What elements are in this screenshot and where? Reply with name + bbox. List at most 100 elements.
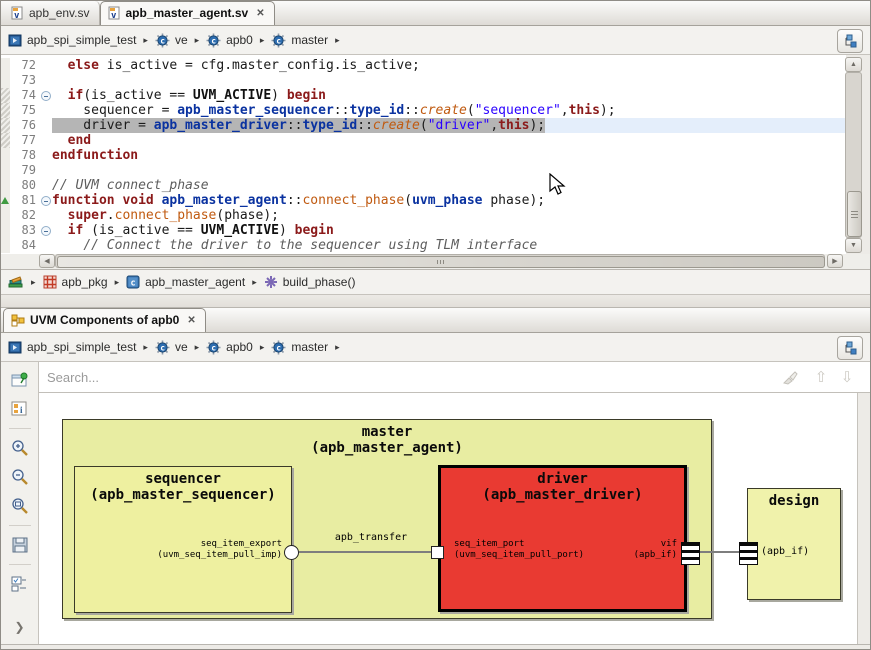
scrollbar-thumb[interactable] <box>847 191 862 237</box>
breadcrumb-label: apb_spi_simple_test <box>27 33 136 47</box>
fold-column <box>39 193 52 208</box>
zoom-out-button[interactable] <box>9 467 31 487</box>
scrollbar-thumb[interactable] <box>57 256 825 268</box>
sash-divider[interactable] <box>1 295 870 308</box>
fold-column <box>39 73 52 88</box>
sequencer-instance-name: sequencer <box>75 471 291 487</box>
svg-text:v: v <box>14 11 20 20</box>
change-indicator <box>1 118 10 133</box>
editor-horizontal-scrollbar[interactable]: ◀ ▶ <box>1 254 870 269</box>
code-line-83[interactable]: 83 if (is_active == UVM_ACTIVE) begin <box>1 223 846 238</box>
line-number: 76 <box>10 118 39 133</box>
tab-apb-env-sv[interactable]: v apb_env.sv <box>4 1 100 25</box>
code-editor[interactable]: 72 else is_active = cfg.master_config.is… <box>1 55 846 254</box>
annotation-column <box>1 163 10 178</box>
uvm-diagram-canvas[interactable]: master (apb_master_agent) sequencer (apb… <box>39 393 858 644</box>
breadcrumb-item-master[interactable]: cmaster <box>271 33 328 48</box>
hierarchy-toggle-button[interactable] <box>837 336 863 360</box>
breadcrumb-label: build_phase() <box>283 275 356 289</box>
line-number: 77 <box>10 133 39 148</box>
annotation-column <box>1 193 10 208</box>
tab-label: apb_env.sv <box>29 6 90 20</box>
module-icon <box>8 34 22 47</box>
breadcrumb-label: master <box>291 340 328 354</box>
seq-item-connection-wire[interactable] <box>299 551 433 553</box>
code-line-76[interactable]: 76 driver = apb_master_driver::type_id::… <box>1 118 846 133</box>
component-icon: c <box>155 340 170 355</box>
code-line-text <box>52 73 846 88</box>
line-number: 75 <box>10 103 39 118</box>
clear-highlight-brush-icon[interactable] <box>782 370 808 385</box>
breadcrumb-item-ve[interactable]: cve <box>155 340 188 355</box>
code-line-text: if (is_active == UVM_ACTIVE) begin <box>52 223 846 238</box>
design-box[interactable]: design <box>747 488 841 600</box>
hierarchy-toggle-button[interactable] <box>837 29 863 53</box>
breadcrumb-item-apb0[interactable]: capb0 <box>206 340 253 355</box>
code-line-text: end <box>52 133 846 148</box>
previous-match-arrow-up-icon[interactable]: ⇧ <box>808 368 834 386</box>
driver-vif-interface-port[interactable] <box>681 542 700 565</box>
save-button[interactable] <box>9 535 31 555</box>
fold-collapse-icon[interactable] <box>41 91 51 101</box>
editor-vertical-scrollbar[interactable]: ▲ ▼ <box>845 57 862 253</box>
filter-options-button[interactable] <box>9 574 31 594</box>
fold-collapse-icon[interactable] <box>41 226 51 236</box>
ide-window: v apb_env.sv v apb_master_agent.sv ✕ apb… <box>0 0 871 650</box>
design-title: design <box>748 493 840 509</box>
fold-collapse-icon[interactable] <box>41 196 51 206</box>
seq-item-port[interactable] <box>431 546 444 559</box>
scroll-right-icon[interactable]: ▶ <box>827 254 843 268</box>
breadcrumb-item-apb-pkg[interactable]: apb_pkg <box>43 275 108 289</box>
breadcrumb-item-ve[interactable]: cve <box>155 33 188 48</box>
zoom-in-button[interactable] <box>9 438 31 458</box>
change-indicator <box>1 133 10 148</box>
scroll-up-icon[interactable]: ▲ <box>845 57 862 72</box>
code-line-75[interactable]: 75 sequencer = apb_master_sequencer::typ… <box>1 103 846 118</box>
panel-breadcrumb: apb_spi_simple_test▸cve▸capb0▸cmaster▸ <box>1 333 870 362</box>
annotation-column <box>1 238 10 253</box>
show-properties-button[interactable]: i <box>9 399 31 419</box>
tab-apb-master-agent-sv[interactable]: v apb_master_agent.sv ✕ <box>100 1 275 25</box>
method-icon <box>264 275 278 289</box>
close-icon[interactable]: ✕ <box>187 315 195 326</box>
next-match-arrow-down-icon[interactable]: ⇩ <box>834 368 860 386</box>
close-icon[interactable]: ✕ <box>256 8 264 19</box>
zoom-fit-button[interactable] <box>9 496 31 516</box>
pin-view-button[interactable] <box>9 370 31 390</box>
fold-column <box>39 88 52 103</box>
search-input[interactable] <box>39 370 782 385</box>
code-line-80[interactable]: 80// UVM connect_phase <box>1 178 846 193</box>
breadcrumb-item-apb0[interactable]: capb0 <box>206 33 253 48</box>
seq-item-export-port[interactable] <box>284 545 299 560</box>
vif-connection-wire[interactable] <box>698 551 740 553</box>
breadcrumb-item-master[interactable]: cmaster <box>271 340 328 355</box>
code-line-73[interactable]: 73 <box>1 73 846 88</box>
design-interface-port[interactable] <box>739 542 758 565</box>
text-selection: driver = apb_master_driver::type_id::cre… <box>52 118 545 133</box>
tab-uvm-components[interactable]: UVM Components of apb0 ✕ <box>3 308 206 332</box>
fold-column <box>39 118 52 133</box>
more-tools-chevron-icon[interactable]: ❯ <box>9 617 31 637</box>
code-line-79[interactable]: 79 <box>1 163 846 178</box>
breadcrumb-item-apb-spi-simple-test[interactable]: apb_spi_simple_test <box>8 33 136 47</box>
code-line-77[interactable]: 77 end <box>1 133 846 148</box>
code-line-78[interactable]: 78endfunction <box>1 148 846 163</box>
scroll-down-icon[interactable]: ▼ <box>845 238 862 253</box>
scroll-left-icon[interactable]: ◀ <box>39 254 55 268</box>
code-line-74[interactable]: 74 if(is_active == UVM_ACTIVE) begin <box>1 88 846 103</box>
breadcrumb-item-apb-spi-simple-test[interactable]: apb_spi_simple_test <box>8 340 136 354</box>
uvm-components-icon <box>11 314 25 327</box>
driver-class-name: (apb_master_driver) <box>441 487 684 503</box>
code-line-text: endfunction <box>52 148 846 163</box>
code-line-81[interactable]: 81function void apb_master_agent::connec… <box>1 193 846 208</box>
module-icon <box>8 341 22 354</box>
code-line-72[interactable]: 72 else is_active = cfg.master_config.is… <box>1 58 846 73</box>
breadcrumb-item-library-icon[interactable] <box>8 275 24 289</box>
code-line-82[interactable]: 82 super.connect_phase(phase); <box>1 208 846 223</box>
breadcrumb-item-build-phase-[interactable]: build_phase() <box>264 275 356 289</box>
breadcrumb-item-apb-master-agent[interactable]: capb_master_agent <box>126 275 245 289</box>
fold-column <box>39 58 52 73</box>
annotation-column <box>1 223 10 238</box>
code-line-84[interactable]: 84 // Connect the driver to the sequence… <box>1 238 846 253</box>
component-icon: c <box>206 33 221 48</box>
